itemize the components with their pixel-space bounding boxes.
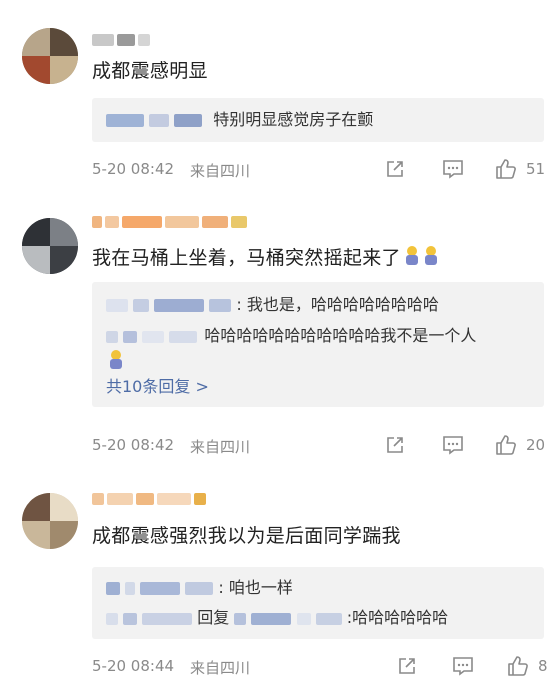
- reply-text: :哈哈哈哈哈哈: [346, 608, 449, 627]
- reply-username[interactable]: [106, 582, 120, 595]
- reply-text: 回复: [197, 608, 230, 627]
- share-icon[interactable]: [385, 159, 405, 179]
- thumbs-up-icon[interactable]: [495, 158, 517, 180]
- like-count: 8: [538, 657, 548, 675]
- reply-line: 特别明显感觉房子在颤: [106, 109, 373, 131]
- reply-username[interactable]: [106, 114, 144, 127]
- location: 来自四川: [190, 659, 251, 677]
- comment-text-body: 我在马桶上坐着，马桶突然摇起来了: [92, 247, 401, 269]
- comment-item: 成都震感强烈我以为是后面同学踹我 : 咱也一样 回复 :哈哈哈哈哈哈 5-20 …: [0, 465, 556, 681]
- thumbs-up-icon[interactable]: [507, 655, 529, 677]
- comment-text: 我在马桶上坐着，马桶突然摇起来了: [92, 245, 439, 271]
- share-icon[interactable]: [385, 435, 405, 455]
- reply-username[interactable]: [106, 299, 128, 312]
- comment-icon[interactable]: [452, 656, 474, 676]
- reply-line: : 我也是，哈哈哈哈哈哈哈哈: [106, 294, 439, 316]
- reply-line: 回复 :哈哈哈哈哈哈: [106, 607, 448, 629]
- emoji-icon: [108, 350, 124, 370]
- comment-text: 成都震感明显: [92, 60, 208, 82]
- timestamp: 5-20 08:42: [92, 160, 175, 178]
- emoji-icon: [404, 246, 420, 266]
- reply-text: : 我也是，哈哈哈哈哈哈哈哈: [236, 295, 439, 314]
- avatar[interactable]: [22, 493, 78, 549]
- reply-line: 哈哈哈哈哈哈哈哈哈哈哈我不是一个人: [106, 325, 476, 347]
- reply-text: 特别明显感觉房子在颤: [213, 110, 374, 129]
- reply-line: [108, 350, 124, 374]
- comment-text: 成都震感强烈我以为是后面同学踹我: [92, 525, 401, 547]
- comment-footer: 5-20 08:44 来自四川 8: [92, 655, 552, 679]
- username[interactable]: [92, 493, 209, 507]
- comment-item: 成都震感明显 特别明显感觉房子在颤 5-20 08:42 来自四川 51: [0, 0, 556, 190]
- reply-box[interactable]: : 咱也一样 回复 :哈哈哈哈哈哈: [92, 567, 544, 639]
- comment-icon[interactable]: [442, 159, 464, 179]
- username[interactable]: [92, 34, 153, 48]
- comment-footer: 5-20 08:42 来自四川 51: [92, 158, 552, 182]
- comment-icon[interactable]: [442, 435, 464, 455]
- location: 来自四川: [190, 162, 251, 180]
- timestamp: 5-20 08:44: [92, 657, 175, 675]
- reply-box[interactable]: 特别明显感觉房子在颤: [92, 98, 544, 142]
- emoji-icon: [423, 246, 439, 266]
- like-count: 51: [526, 160, 546, 178]
- timestamp: 5-20 08:42: [92, 436, 175, 454]
- share-icon[interactable]: [397, 656, 417, 676]
- location: 来自四川: [190, 438, 251, 456]
- reply-text: : 咱也一样: [218, 578, 293, 597]
- avatar[interactable]: [22, 218, 78, 274]
- reply-line: : 咱也一样: [106, 577, 293, 599]
- reply-box[interactable]: : 我也是，哈哈哈哈哈哈哈哈 哈哈哈哈哈哈哈哈哈哈哈我不是一个人 共10条回复 …: [92, 282, 544, 407]
- avatar[interactable]: [22, 28, 78, 84]
- reply-text: 哈哈哈哈哈哈哈哈哈哈哈我不是一个人: [204, 326, 477, 345]
- thumbs-up-icon[interactable]: [495, 434, 517, 456]
- username[interactable]: [92, 216, 250, 230]
- comment-item: 我在马桶上坐着，马桶突然摇起来了 : 我也是，哈哈哈哈哈哈哈哈 哈哈哈哈哈哈哈哈…: [0, 190, 556, 465]
- comment-footer: 5-20 08:42 来自四川 20: [92, 434, 552, 458]
- more-replies-link[interactable]: 共10条回复 >: [106, 376, 209, 398]
- like-count: 20: [526, 436, 546, 454]
